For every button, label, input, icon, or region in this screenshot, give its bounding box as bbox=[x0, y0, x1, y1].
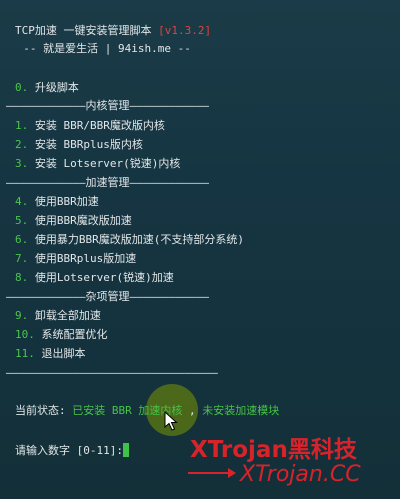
prompt-text: 请输入数字 [0-11]: bbox=[15, 444, 123, 457]
menu-item-number: 3. bbox=[15, 157, 29, 170]
terminal-window[interactable]: TCP加速 一键安装管理脚本 [v1.3.2] -- 就是爱生活 | 94ish… bbox=[0, 0, 400, 499]
status-line: 当前状态: 已安装 BBR 加速内核 , 未安装加速模块 bbox=[15, 404, 279, 418]
text-cursor[interactable] bbox=[122, 443, 129, 457]
menu-item-kernel-2: 2. 安装 BBRplus版内核 bbox=[15, 138, 143, 152]
menu-item-label: 使用Lotserver(锐速)加速 bbox=[28, 271, 174, 284]
separator-accel: ————————————加速管理———————————— bbox=[6, 176, 209, 189]
menu-item-accel-4: 4. 使用BBR加速 bbox=[15, 195, 99, 209]
menu-item-number: 4. bbox=[15, 195, 29, 208]
menu-item-label: 使用BBR加速 bbox=[28, 195, 99, 208]
menu-item-label: 安装 BBR/BBR魔改版内核 bbox=[28, 119, 165, 132]
menu-item-number: 1. bbox=[15, 119, 29, 132]
separator-misc: ————————————杂项管理———————————— bbox=[6, 290, 209, 303]
separator-end: ———————————————————————————————— bbox=[6, 366, 218, 379]
menu-item-number: 2. bbox=[15, 138, 29, 151]
menu-item-kernel-1: 1. 安装 BBR/BBR魔改版内核 bbox=[15, 119, 165, 133]
menu-item-misc-10: 10. 系统配置优化 bbox=[15, 328, 108, 342]
menu-item-misc-9: 9. 卸载全部加速 bbox=[15, 309, 101, 323]
menu-item-label: 安装 Lotserver(锐速)内核 bbox=[28, 157, 181, 170]
menu-item-label: 使用暴力BBR魔改版加速(不支持部分系统) bbox=[28, 233, 244, 246]
menu-item-number: 6. bbox=[15, 233, 29, 246]
menu-item-label: 升级脚本 bbox=[28, 81, 79, 94]
script-version: [v1.3.2] bbox=[158, 24, 212, 37]
menu-item-accel-5: 5. 使用BBR魔改版加速 bbox=[15, 214, 132, 228]
arrow-right-icon bbox=[188, 468, 236, 478]
script-title: TCP加速 一键安装管理脚本 [v1.3.2] bbox=[15, 24, 211, 38]
menu-item-accel-7: 7. 使用BBRplus版加速 bbox=[15, 252, 136, 266]
menu-item-misc-11: 11. 退出脚本 bbox=[15, 347, 86, 361]
menu-item-label: 使用BBRplus版加速 bbox=[28, 252, 137, 265]
status-separator: , bbox=[182, 404, 203, 417]
script-subtitle: -- 就是爱生活 | 94ish.me -- bbox=[10, 42, 191, 55]
menu-item-label: 卸载全部加速 bbox=[28, 309, 101, 322]
watermark-url-text: XTrojan.CC bbox=[240, 462, 361, 487]
status-not-installed: 未安装加速模块 bbox=[202, 404, 280, 417]
separator-kernel: ————————————内核管理———————————— bbox=[6, 99, 209, 112]
menu-item-number: 8. bbox=[15, 271, 29, 284]
menu-item-kernel-3: 3. 安装 Lotserver(锐速)内核 bbox=[15, 157, 180, 171]
menu-item-label: 使用BBR魔改版加速 bbox=[28, 214, 132, 227]
menu-item-label: 系统配置优化 bbox=[34, 328, 108, 341]
menu-item-number: 9. bbox=[15, 309, 29, 322]
menu-item-number: 11. bbox=[15, 347, 35, 360]
menu-item-label: 退出脚本 bbox=[34, 347, 86, 360]
menu-item-number: 5. bbox=[15, 214, 29, 227]
watermark-url: XTrojan.CC bbox=[188, 462, 361, 487]
menu-item-label: 安装 BBRplus版内核 bbox=[28, 138, 143, 151]
watermark-brand: XTrojan黑科技 bbox=[190, 437, 357, 463]
menu-item-upgrade: 0. 升级脚本 bbox=[15, 81, 79, 95]
menu-item-number: 7. bbox=[15, 252, 29, 265]
menu-item-accel-8: 8. 使用Lotserver(锐速)加速 bbox=[15, 271, 174, 285]
menu-item-number: 0. bbox=[15, 81, 29, 94]
menu-item-accel-6: 6. 使用暴力BBR魔改版加速(不支持部分系统) bbox=[15, 233, 244, 247]
status-label: 当前状态: bbox=[15, 404, 73, 417]
menu-item-number: 10. bbox=[15, 328, 35, 341]
input-prompt[interactable]: 请输入数字 [0-11]: bbox=[15, 443, 129, 458]
mouse-pointer-icon bbox=[164, 411, 178, 431]
script-title-text: TCP加速 一键安装管理脚本 bbox=[15, 24, 159, 37]
